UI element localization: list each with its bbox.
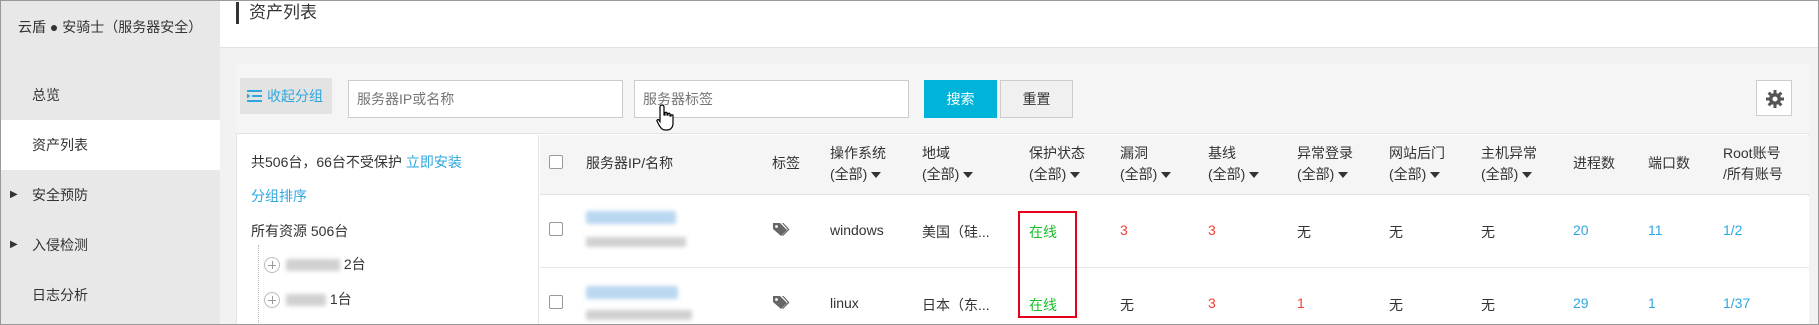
window-frame — [0, 0, 1819, 325]
